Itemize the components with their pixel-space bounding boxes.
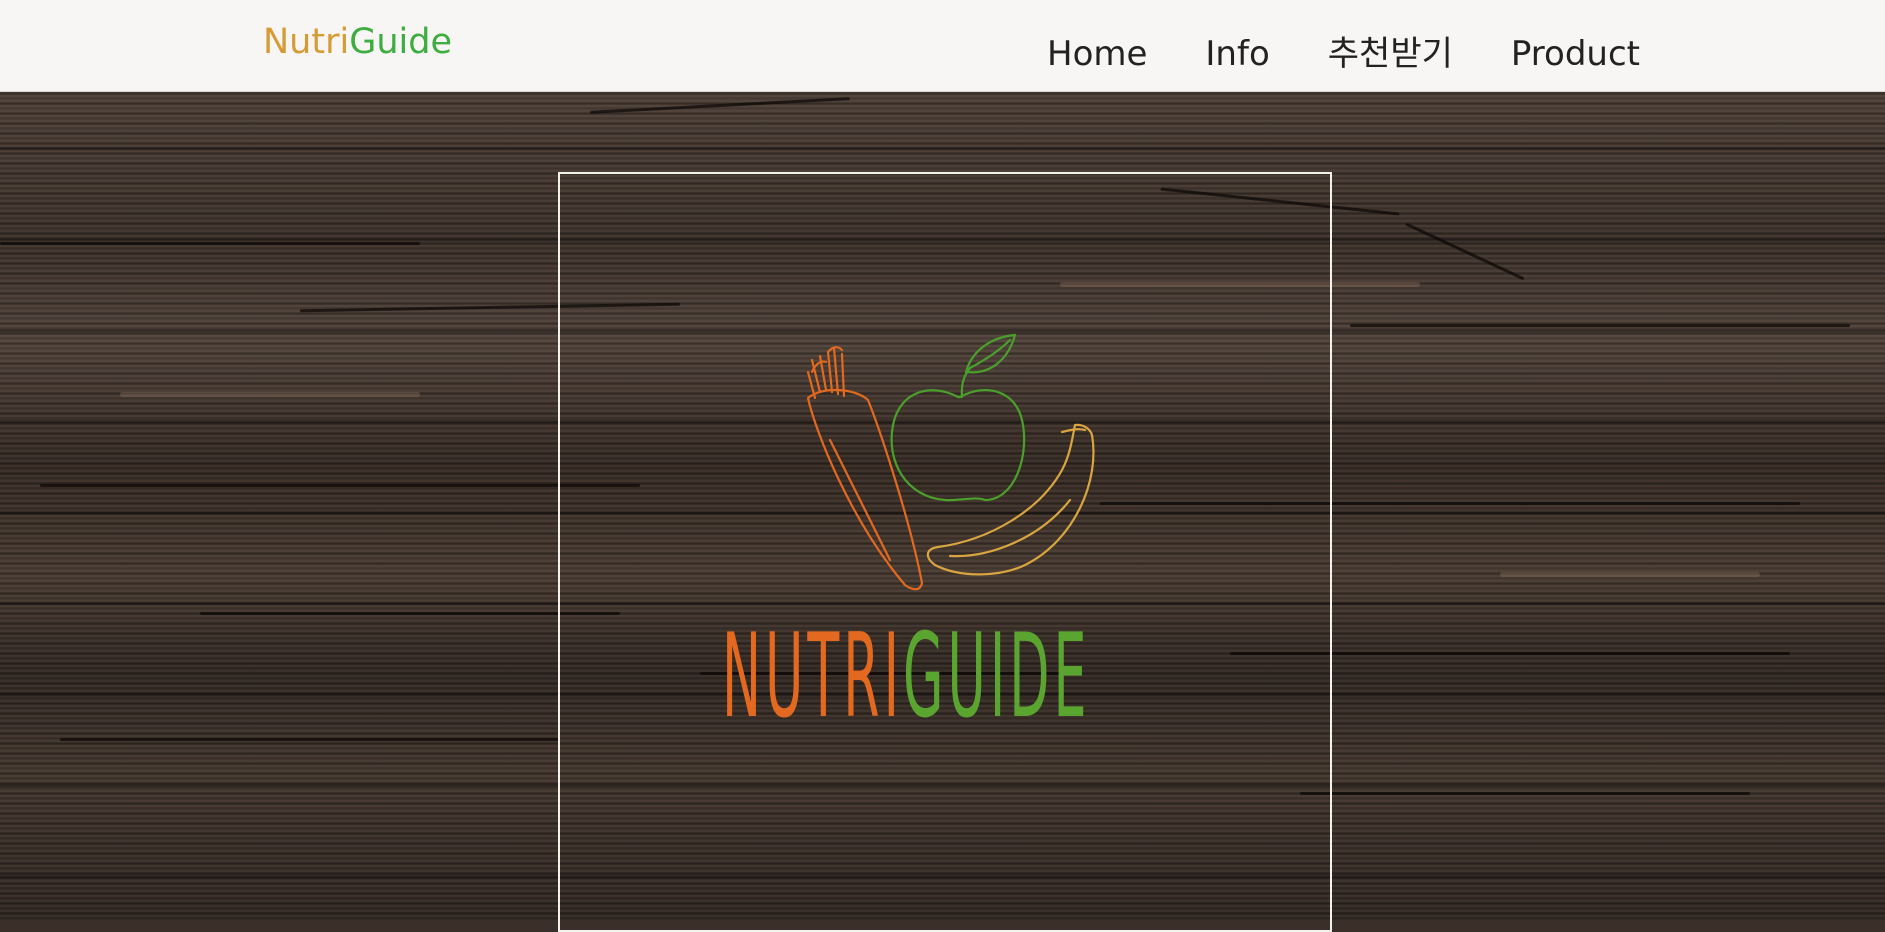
brand-name-part2: Guide — [349, 22, 452, 62]
brand-name-part1: Nutri — [263, 22, 350, 62]
nav-item-product[interactable]: Product — [1482, 28, 1669, 80]
hero-frame — [558, 172, 1332, 932]
top-navbar: NutriGuide Home Info 추천받기 Product — [0, 0, 1885, 116]
nav-item-info[interactable]: Info — [1176, 28, 1298, 80]
main-nav: Home Info 추천받기 Product — [1018, 28, 1669, 116]
nav-item-recommend[interactable]: 추천받기 — [1299, 28, 1482, 80]
hero-logo-wordmark: NUTRIGUIDE — [722, 612, 1091, 742]
hero-logo-word-part1: NUTRI — [722, 609, 904, 744]
nav-item-home[interactable]: Home — [1018, 28, 1176, 116]
brand-logo-link[interactable]: NutriGuide — [263, 20, 452, 64]
hero-logo-word-part2: GUIDE — [903, 609, 1091, 744]
